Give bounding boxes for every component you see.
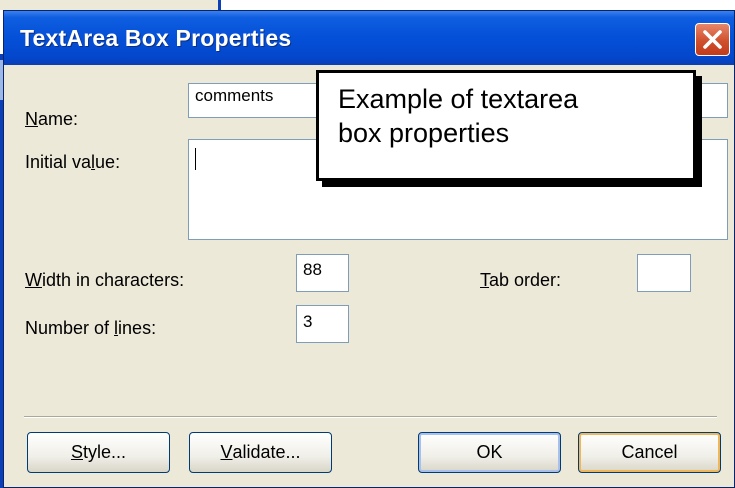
button-separator [24,416,717,418]
style-button[interactable]: Style... [27,432,170,473]
name-label: Name: [25,109,79,129]
width-label: Width in characters: [25,270,185,290]
cancel-button[interactable]: Cancel [578,432,721,473]
title-bar[interactable]: TextArea Box Properties [4,11,734,65]
dialog-title: TextArea Box Properties [20,25,292,51]
text-caret [195,148,196,170]
close-button[interactable] [695,23,730,56]
ok-button[interactable]: OK [418,432,561,473]
lines-value: 3 [303,312,313,331]
close-icon [703,30,722,49]
validate-button[interactable]: Validate... [189,432,332,473]
lines-input[interactable]: 3 [296,305,349,343]
width-value: 88 [303,260,322,279]
initial-value-label: Initial value: [25,152,121,172]
callout-line-1: Example of textarea [338,84,579,114]
tab-order-label: Tab order: [480,270,562,290]
lines-label: Number of lines: [25,318,157,338]
background-window-frame-left [0,0,221,10]
width-input[interactable]: 88 [296,254,349,292]
name-value: comments [195,86,274,105]
annotation-callout: Example of textarea box properties [316,70,696,181]
tab-order-input[interactable] [637,254,691,292]
callout-line-2: box properties [338,118,510,148]
